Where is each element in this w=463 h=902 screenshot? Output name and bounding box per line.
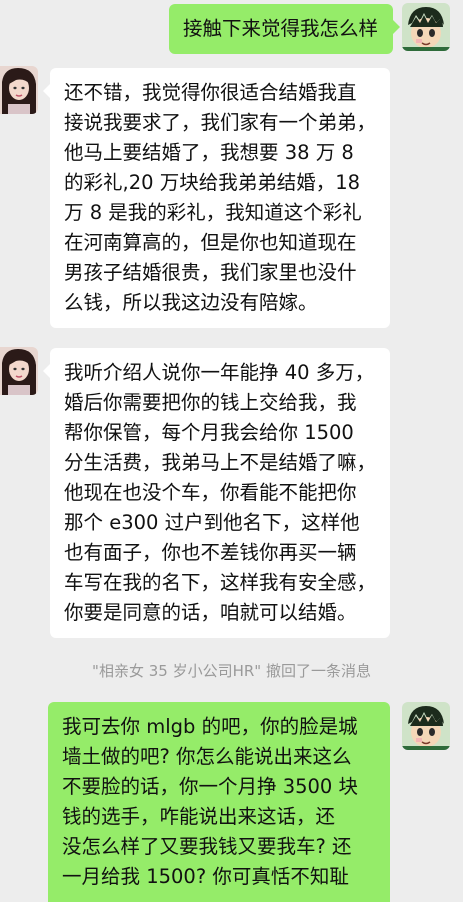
message-line: 在河南算高的，但是你也知道现在 — [64, 231, 357, 254]
message-line: 车写在我的名下，这样我有安全感， — [64, 571, 377, 594]
message-line: 一月给我 1500? 你可真恬不知耻 — [62, 865, 349, 888]
message-line: 也有面子，你也不差钱你再买一辆 — [64, 541, 357, 564]
chat-window: 接触下来觉得我怎么样 还不错，我觉得你很适合结婚我直 接说我要求了，我们家有一个… — [0, 0, 463, 902]
message-line: 么钱，所以我这边没有陪嫁。 — [64, 291, 318, 314]
message-bubble-self[interactable]: 接触下来觉得我怎么样 — [169, 4, 400, 54]
message-line: 钱的选手，咋能说出来这话，还 — [62, 805, 336, 828]
message-line: 接说我要求了，我们家有一个弟弟， — [64, 111, 377, 134]
message-line: 不要脸的话，你一个月挣 3500 块 — [62, 775, 359, 798]
message-line: 接触下来觉得我怎么样 — [183, 17, 379, 40]
message-bubble-self[interactable]: 我可去你 mlgb 的吧，你的脸是城 墙土做的吧? 你怎么能说出来这么 不要脸的… — [48, 702, 390, 902]
message-line: 他马上要结婚了，我想要 38 万 8 — [64, 141, 354, 164]
avatar-self[interactable] — [402, 3, 450, 51]
message-line: 的彩礼,20 万块给我弟弟结婚，18 — [64, 171, 361, 194]
message-line: 万 8 是我的彩礼，我知道这个彩礼 — [64, 201, 362, 224]
message-line: 他现在也没个车，你看能不能把你 — [64, 481, 357, 504]
recall-notice: "相亲女 35 岁小公司HR" 撤回了一条消息 — [92, 662, 371, 680]
message-line: 分生活费，我弟马上不是结婚了嘛， — [64, 451, 377, 474]
message-line: 还不错，我觉得你很适合结婚我直 — [64, 81, 357, 104]
avatar-self[interactable] — [402, 702, 450, 750]
message-line: 帮你保管，每个月我会给你 1500 — [64, 421, 354, 444]
message-line: 我可去你 mlgb 的吧，你的脸是城 — [62, 715, 358, 738]
message-line: 婚后你需要把你的钱上交给我，我 — [64, 391, 357, 414]
message-line: 那个 e300 过户到他名下，这样他 — [64, 511, 360, 534]
message-bubble-other[interactable]: 我听介绍人说你一年能挣 40 多万， 婚后你需要把你的钱上交给我，我 帮你保管，… — [43, 348, 390, 638]
message-line: 男孩子结婚很贵，我们家里也没什 — [64, 261, 357, 284]
message-bubble-other[interactable]: 还不错，我觉得你很适合结婚我直 接说我要求了，我们家有一个弟弟， 他马上要结婚了… — [43, 68, 390, 328]
message-line: 没怎么样了又要我钱又要我车? 还 — [62, 835, 352, 858]
avatar-other[interactable] — [0, 66, 38, 114]
message-line: 你要是同意的话，咱就可以结婚。 — [64, 601, 357, 624]
avatar-other[interactable] — [0, 347, 38, 395]
message-line: 墙土做的吧? 你怎么能说出来这么 — [62, 745, 352, 768]
message-line: 我听介绍人说你一年能挣 40 多万， — [64, 361, 375, 384]
